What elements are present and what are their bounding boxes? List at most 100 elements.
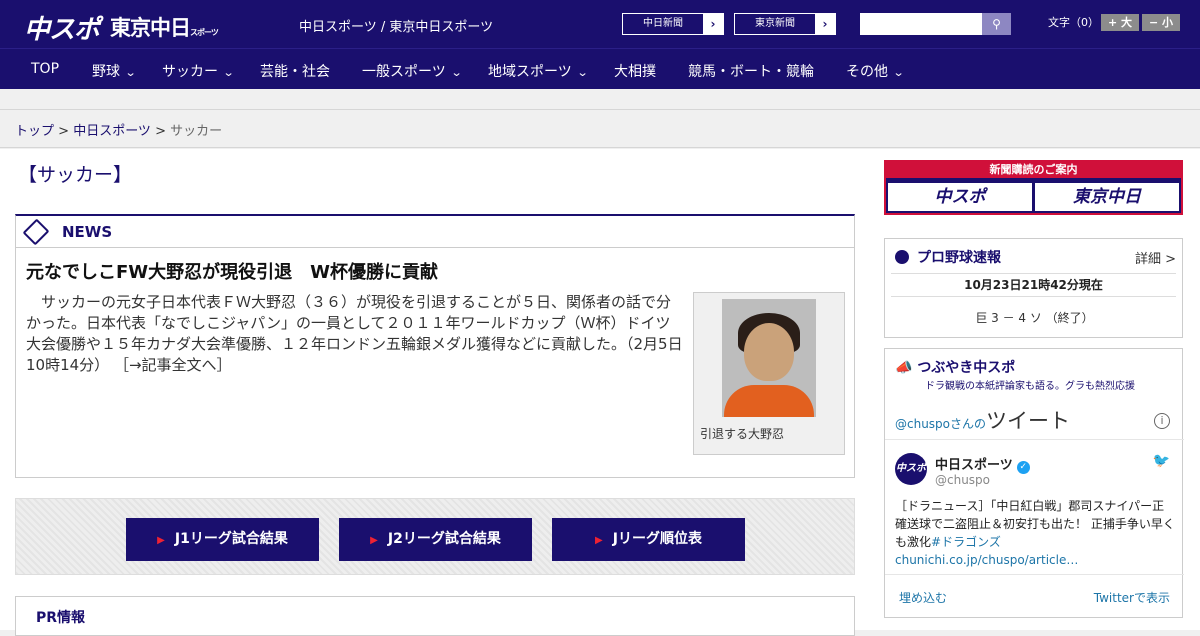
read-more-link[interactable]: ［→記事全文へ］ (114, 356, 232, 374)
chevron-down-icon: ⌄ (892, 66, 905, 79)
tweets-label: ツイート (986, 409, 1071, 433)
tokyo-logo-small: スポーツ (190, 28, 219, 37)
site-names: 中日スポーツ / 東京中日スポーツ (299, 20, 494, 35)
tweet-widget-title: 📣 つぶやき中スポ (895, 357, 1015, 377)
nav-label: その他 (846, 64, 888, 80)
nav-soccer[interactable]: サッカー ⌄ (162, 61, 235, 81)
nav-label: サッカー (162, 64, 218, 80)
ext-link-label: 東京新聞 (755, 18, 795, 29)
nav-top[interactable]: TOP (31, 61, 59, 77)
tokyo-shimbun-link[interactable]: 東京新聞 › (734, 13, 836, 35)
breadcrumb-chunichi-sports[interactable]: 中日スポーツ (73, 124, 151, 139)
tokyo-chunichi-logo[interactable]: 東京中日スポーツ (110, 12, 219, 42)
chunichi-shimbun-link[interactable]: 中日新聞 › (622, 13, 724, 35)
nav-label: 競馬・ボート・競輪 (688, 64, 814, 80)
verified-icon: ✓ (1016, 461, 1030, 474)
chevron-right-icon: › (703, 14, 723, 34)
tweet-footer: 埋め込む Twitterで表示 (885, 574, 1184, 618)
button-label: Jリーグ順位表 (612, 531, 702, 547)
chevron-down-icon: ⌄ (222, 66, 235, 79)
subscription-title: 新聞購読のご案内 (886, 162, 1181, 178)
nav-label: 大相撲 (614, 64, 656, 80)
chuspo-logo[interactable]: 中スポ (24, 9, 100, 46)
nav-label: 野球 (92, 64, 120, 80)
main-nav: TOP 野球 ⌄ サッカー ⌄ 芸能・社会 一般スポーツ ⌄ 地域スポーツ ⌄ 大相撲 … (0, 48, 1200, 89)
tweet-text: ［ドラニュース］「中日紅白戦」郡司スナイパー正確送球で二盗阻止＆初安打も出た！ … (895, 497, 1175, 569)
chevron-down-icon: ⌄ (124, 66, 137, 79)
baseball-detail-link[interactable]: 詳細 > (1135, 248, 1176, 267)
chevron-down-icon: ⌄ (450, 66, 463, 79)
search-icon: ⚲ (992, 17, 1001, 31)
photo-face (744, 323, 794, 381)
chevron-down-icon: ⌄ (576, 66, 589, 79)
breadcrumb-current: サッカー (170, 124, 223, 139)
nav-entertainment[interactable]: 芸能・社会 (260, 61, 330, 81)
triangle-right-icon: ▶ (370, 535, 378, 546)
nav-label: 地域スポーツ (488, 64, 572, 80)
news-header: NEWS (16, 216, 854, 248)
nav-label: 芸能・社会 (260, 64, 330, 80)
baseball-time: 10月23日21時42分現在 (891, 273, 1176, 297)
baseball-title: プロ野球速報 (895, 247, 1001, 267)
search-button[interactable]: ⚲ (982, 13, 1011, 35)
author-name: 中日スポーツ (935, 458, 1013, 473)
tokyo-logo-text: 東京中日 (110, 16, 191, 40)
photo-caption: 引退する大野忍 (700, 427, 785, 441)
breadcrumb-sep: > (150, 124, 171, 139)
ext-link-label: 中日新聞 (643, 18, 683, 29)
news-photo (722, 299, 816, 417)
avatar[interactable]: 中スポ (895, 453, 927, 485)
tweet-widget: 📣 つぶやき中スポ ドラ観戦の本紙評論家も語る。グラも熱烈応援 @chuspoさ… (884, 348, 1184, 618)
font-size-decrease-button[interactable]: − 小 (1142, 14, 1180, 31)
subscription-banner: 新聞購読のご案内 中スポ 東京中日 (884, 160, 1183, 215)
nav-label: TOP (31, 61, 60, 77)
triangle-right-icon: ▶ (157, 535, 165, 546)
j-league-standings-button[interactable]: ▶ Jリーグ順位表 (552, 518, 745, 561)
tweet-widget-subtitle: ドラ観戦の本紙評論家も語る。グラも熱烈応援 (925, 381, 1135, 392)
tweet-author-handle[interactable]: @chuspo (935, 473, 990, 487)
pr-box: PR情報 (15, 596, 855, 636)
search-input[interactable] (860, 13, 984, 35)
twitter-bird-icon[interactable]: 🐦 (1153, 453, 1170, 469)
tweet-author-name[interactable]: 中日スポーツ ✓ (935, 454, 1030, 474)
nav-separator (0, 89, 1200, 110)
nav-sumo[interactable]: 大相撲 (614, 61, 656, 81)
view-on-twitter-link[interactable]: Twitterで表示 (1094, 589, 1170, 606)
newspaper-icon (22, 218, 50, 245)
tweet-handle-line: @chuspoさんのツイート (895, 405, 1070, 435)
news-headline[interactable]: 元なでしこFW大野忍が現役引退 W杯優勝に貢献 (26, 258, 438, 284)
megaphone-icon: 📣 (895, 360, 918, 376)
news-box: NEWS 元なでしこFW大野忍が現役引退 W杯優勝に貢献 サッカーの元女子日本代… (15, 214, 855, 478)
info-icon[interactable]: i (1154, 413, 1170, 429)
tweet-handle-link[interactable]: @chuspo (895, 417, 950, 431)
baseball-title-text: プロ野球速報 (917, 250, 1001, 266)
news-article: サッカーの元女子日本代表ＦＷ大野忍（３６）が現役を引退することが５日、関係者の話… (26, 292, 684, 376)
subscribe-chuspo-button[interactable]: 中スポ (888, 183, 1032, 211)
breadcrumb-sep: > (54, 124, 74, 139)
nav-racing[interactable]: 競馬・ボート・競輪 (688, 61, 814, 81)
breadcrumb-top[interactable]: トップ (15, 124, 54, 139)
page-title: 【サッカー】 (18, 164, 133, 186)
nav-baseball[interactable]: 野球 ⌄ (92, 61, 137, 81)
font-size-increase-button[interactable]: + 大 (1101, 14, 1139, 31)
tweet-title-text: つぶやき中スポ (917, 360, 1016, 376)
j1-results-button[interactable]: ▶ J1リーグ試合結果 (126, 518, 319, 561)
nav-label: 一般スポーツ (362, 64, 446, 80)
font-size-label: 文字（0） (1048, 16, 1099, 29)
nav-general-sports[interactable]: 一般スポーツ ⌄ (362, 61, 463, 81)
j2-results-button[interactable]: ▶ J2リーグ試合結果 (339, 518, 532, 561)
pr-label: PR情報 (36, 610, 86, 626)
top-header: 中スポ 東京中日スポーツ 中日スポーツ / 東京中日スポーツ 中日新聞 › 東京… (0, 0, 1200, 48)
embed-link[interactable]: 埋め込む (899, 589, 947, 606)
baseball-icon (895, 250, 909, 264)
nav-local-sports[interactable]: 地域スポーツ ⌄ (488, 61, 589, 81)
subscribe-tokyo-chunichi-button[interactable]: 東京中日 (1035, 183, 1179, 211)
button-label: J1リーグ試合結果 (174, 531, 288, 547)
news-photo-box: 引退する大野忍 (693, 292, 845, 455)
baseball-score[interactable]: 巨 3 － 4 ソ （終了） (885, 309, 1184, 326)
news-label: NEWS (62, 222, 113, 241)
results-band: ▶ J1リーグ試合結果 ▶ J2リーグ試合結果 ▶ Jリーグ順位表 (15, 498, 855, 575)
nav-other[interactable]: その他 ⌄ (846, 61, 905, 81)
photo-shirt (724, 385, 814, 417)
chevron-right-icon: › (815, 14, 835, 34)
